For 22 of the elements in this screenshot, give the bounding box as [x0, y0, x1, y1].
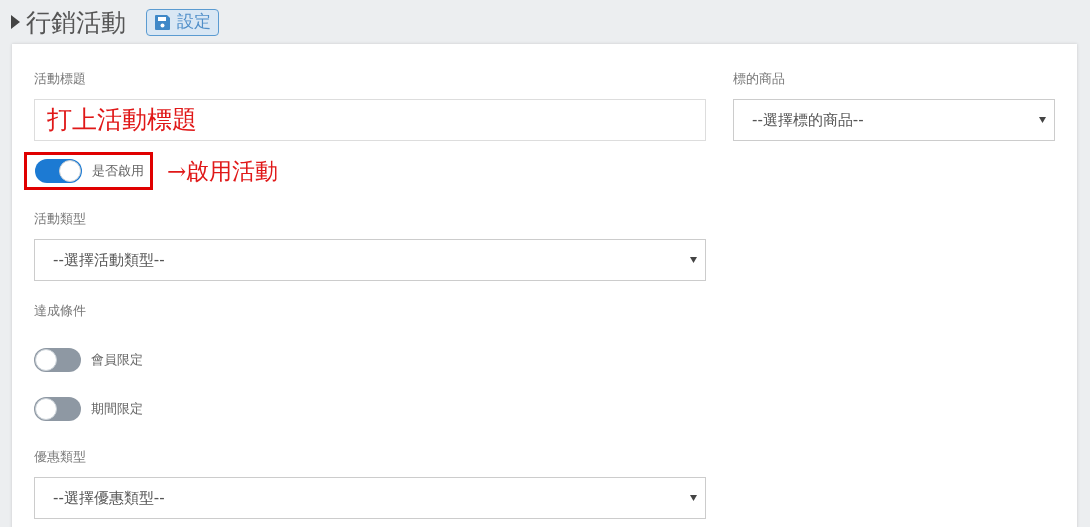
field-label: 標的商品 — [733, 71, 785, 87]
save-icon — [154, 13, 171, 31]
page-title: 行銷活動 — [26, 9, 126, 35]
toggle-switch[interactable] — [34, 397, 81, 421]
select-field[interactable]: --選擇標的商品-- — [733, 99, 1055, 141]
dropdown-arrow-icon — [1039, 117, 1046, 123]
dropdown-arrow-icon — [690, 495, 697, 501]
field-label: 活動標題 — [34, 71, 86, 87]
dropdown-arrow-icon — [690, 257, 697, 263]
toggle-label: 會員限定 — [91, 351, 143, 370]
select-field[interactable]: --選擇活動類型-- — [34, 239, 706, 281]
annotation-note: →啟用活動 — [167, 159, 279, 183]
toggle-label: 是否啟用 — [92, 162, 144, 181]
toggle-switch[interactable] — [35, 159, 82, 183]
caret-icon — [11, 15, 20, 29]
toggle-label: 期間限定 — [91, 400, 143, 419]
title-input-field[interactable]: 打上活動標題 — [34, 99, 706, 141]
toggle-switch[interactable] — [34, 348, 81, 372]
field-label: 達成條件 — [34, 303, 86, 319]
field-label: 活動類型 — [34, 211, 86, 227]
select-field[interactable]: --選擇優惠類型-- — [34, 477, 706, 519]
field-label: 優惠類型 — [34, 449, 86, 465]
